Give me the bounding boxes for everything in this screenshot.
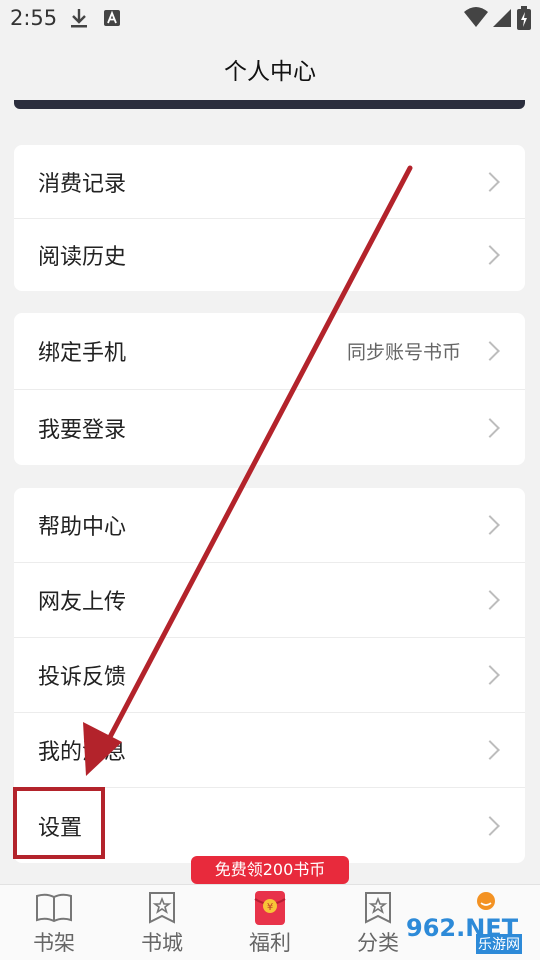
- menu-item-label: 投诉反馈: [38, 665, 127, 690]
- star-book-icon: [149, 892, 175, 924]
- wifi-icon: [464, 7, 488, 27]
- menu-item-complaint-feedback[interactable]: 投诉反馈: [14, 638, 525, 713]
- signal-icon: [493, 9, 511, 27]
- page-title: 个人中心: [224, 59, 316, 85]
- chevron-right-icon: [480, 665, 500, 685]
- chevron-right-icon: [480, 341, 500, 361]
- battery-icon: [517, 6, 531, 30]
- menu-item-help-center[interactable]: 帮助中心: [14, 488, 525, 563]
- tab-bookstore[interactable]: 书城: [108, 885, 216, 960]
- menu-item-reading-history[interactable]: 阅读历史: [14, 219, 525, 291]
- chevron-right-icon: [480, 740, 500, 760]
- tab-bookshelf[interactable]: 书架: [0, 885, 108, 960]
- chevron-right-icon: [480, 515, 500, 535]
- free-coins-promo-button[interactable]: 免费领200书币: [191, 856, 349, 884]
- tab-welfare[interactable]: ¥ 福利: [216, 885, 324, 960]
- chevron-right-icon: [480, 590, 500, 610]
- menu-item-login[interactable]: 我要登录: [14, 390, 525, 465]
- app-header: 个人中心: [0, 36, 540, 100]
- menu-group-records: 消费记录 阅读历史: [14, 145, 525, 291]
- watermark-subtext: 乐游网: [476, 934, 522, 954]
- chevron-right-icon: [480, 815, 500, 836]
- notification-app-icon: [104, 10, 120, 26]
- svg-text:¥: ¥: [267, 902, 273, 913]
- status-bar: 2:55: [0, 0, 540, 36]
- menu-item-consumption-records[interactable]: 消费记录: [14, 145, 525, 219]
- tab-label: 福利: [249, 931, 291, 955]
- menu-item-hint: 同步账号书币: [346, 341, 461, 364]
- account-banner-edge: [14, 100, 525, 109]
- settings-highlight-box: [13, 787, 105, 859]
- menu-item-bind-phone[interactable]: 绑定手机 同步账号书币: [14, 313, 525, 390]
- download-icon: [71, 9, 87, 28]
- menu-item-user-upload[interactable]: 网友上传: [14, 563, 525, 638]
- chevron-right-icon: [480, 171, 500, 192]
- menu-group-account: 绑定手机 同步账号书币 我要登录: [14, 313, 525, 465]
- category-icon: [365, 892, 391, 924]
- menu-item-label: 绑定手机: [38, 341, 127, 366]
- menu-item-label: 我要登录: [38, 417, 127, 443]
- menu-item-label: 帮助中心: [38, 515, 127, 540]
- menu-item-label: 网友上传: [38, 590, 127, 615]
- menu-item-label: 消费记录: [38, 171, 127, 197]
- tab-label: 书架: [33, 931, 75, 955]
- book-icon: [36, 893, 72, 923]
- tab-label: 书城: [141, 931, 183, 955]
- menu-item-my-messages[interactable]: 我的消息: [14, 713, 525, 788]
- chevron-right-icon: [480, 417, 500, 438]
- chevron-right-icon: [480, 245, 500, 265]
- menu-item-label: 我的消息: [38, 740, 127, 765]
- menu-item-label: 阅读历史: [38, 245, 127, 270]
- status-time: 2:55: [10, 6, 58, 30]
- red-envelope-icon: ¥: [254, 891, 286, 925]
